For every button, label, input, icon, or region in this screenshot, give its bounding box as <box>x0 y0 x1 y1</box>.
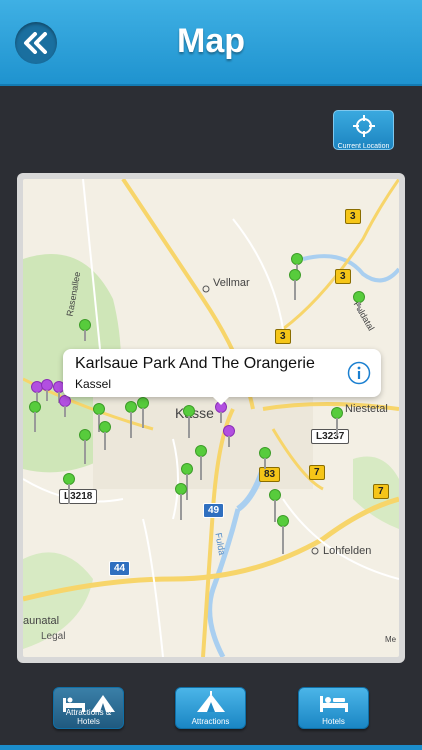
callout-subtitle: Kassel <box>75 377 112 391</box>
map-label-niestetal: Niestetal <box>345 403 388 415</box>
map-pin[interactable] <box>79 429 91 464</box>
map-pin[interactable] <box>289 269 301 300</box>
bottom-tab-bar: Attractions & Hotels Attractions Hotels <box>0 680 422 750</box>
road-badge-l3237: L3237 <box>311 429 350 444</box>
map-pin[interactable] <box>29 401 41 432</box>
map-pin[interactable] <box>125 401 137 438</box>
map-view[interactable]: Vellmar Lohfelden Niestetal Rasenallee K… <box>23 179 399 657</box>
tab-attractions-hotels-label: Attractions & Hotels <box>65 708 112 726</box>
header-bar: Map <box>0 0 422 86</box>
map-pin[interactable] <box>223 425 235 447</box>
current-location-button[interactable]: Current Location <box>333 110 394 150</box>
map-frame: Vellmar Lohfelden Niestetal Rasenallee K… <box>17 173 405 663</box>
tab-hotels[interactable]: Hotels <box>298 687 369 729</box>
current-location-label: Current Location <box>337 143 390 150</box>
tab-attractions-label: Attractions <box>191 717 230 726</box>
map-pin[interactable] <box>41 379 53 401</box>
map-pin[interactable] <box>331 407 343 436</box>
map-legal-link[interactable]: Legal <box>41 631 65 642</box>
map-pin[interactable] <box>181 463 193 500</box>
map-pin[interactable] <box>63 473 75 504</box>
road-badge-3: 3 <box>345 209 361 224</box>
map-callout[interactable]: Karlsaue Park And The Orangerie Kassel <box>63 349 381 405</box>
map-pin[interactable] <box>137 397 149 428</box>
info-icon[interactable] <box>347 361 371 385</box>
page-title: Map <box>177 22 245 60</box>
map-pin[interactable] <box>269 489 281 522</box>
map-label-baunatal: aunatal <box>23 615 60 627</box>
tent-icon <box>196 691 225 712</box>
map-pin[interactable] <box>353 291 365 313</box>
map-label-me: Me <box>385 635 397 644</box>
map-pin[interactable] <box>79 319 91 341</box>
tab-attractions[interactable]: Attractions <box>175 687 246 729</box>
map-pin[interactable] <box>175 483 187 520</box>
map-pin[interactable] <box>259 447 271 469</box>
crosshair-icon <box>352 115 375 137</box>
road-badge-7: 7 <box>373 484 389 499</box>
map-pin[interactable] <box>183 405 195 438</box>
tab-hotels-label: Hotels <box>322 717 345 726</box>
map-label-vellmar: Vellmar <box>213 277 250 289</box>
road-badge-44: 44 <box>109 561 131 576</box>
tab-attractions-hotels[interactable]: Attractions & Hotels <box>53 687 124 729</box>
road-badge-7: 7 <box>309 465 325 480</box>
callout-title: Karlsaue Park And The Orangerie <box>75 355 315 372</box>
map-pin[interactable] <box>99 421 111 450</box>
map-label-lohfelden: Lohfelden <box>323 545 372 557</box>
map-pin[interactable] <box>59 395 71 417</box>
bottom-accent-line <box>0 745 422 750</box>
road-badge-3: 3 <box>275 329 291 344</box>
bed-icon <box>319 696 348 712</box>
road-badge-83: 83 <box>259 467 281 482</box>
map-pin[interactable] <box>277 515 289 554</box>
road-badge-49: 49 <box>203 503 225 518</box>
road-badge-3: 3 <box>335 269 351 284</box>
map-pin[interactable] <box>195 445 207 480</box>
